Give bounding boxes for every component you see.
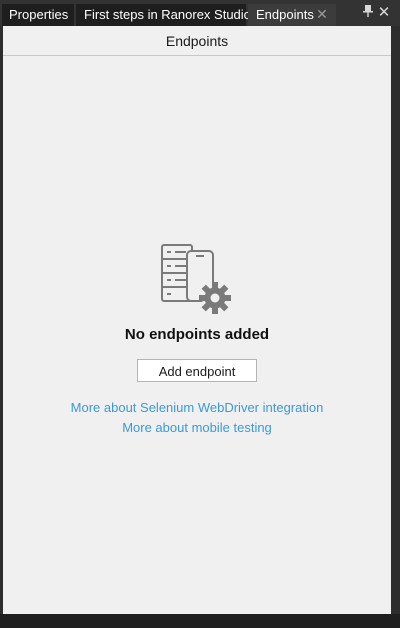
pin-icon[interactable] (361, 5, 375, 21)
add-endpoint-button[interactable]: Add endpoint (137, 359, 257, 382)
tab-strip: Properties First steps in Ranorex Studio… (0, 0, 400, 26)
panel-title: Endpoints (3, 26, 391, 56)
tab-first-steps[interactable]: First steps in Ranorex Studio (76, 4, 251, 26)
endpoints-panel: Endpoints No endpoints added Add endpoin… (3, 26, 391, 614)
tab-endpoints[interactable]: Endpoints ✕ (248, 4, 336, 26)
close-pane-icon[interactable]: ✕ (377, 5, 391, 21)
selenium-integration-link[interactable]: More about Selenium WebDriver integratio… (3, 400, 391, 415)
tab-properties[interactable]: Properties (2, 4, 74, 26)
empty-state-message: No endpoints added (124, 326, 270, 343)
close-icon[interactable]: ✕ (314, 4, 330, 26)
tab-endpoints-label: Endpoints (256, 7, 314, 22)
tab-first-steps-label: First steps in Ranorex Studio (84, 7, 251, 22)
endpoints-window: Properties First steps in Ranorex Studio… (0, 0, 400, 628)
tab-properties-label: Properties (9, 7, 69, 22)
mobile-testing-link[interactable]: More about mobile testing (3, 420, 391, 435)
status-strip (0, 614, 400, 628)
devices-settings-icon (159, 243, 237, 319)
